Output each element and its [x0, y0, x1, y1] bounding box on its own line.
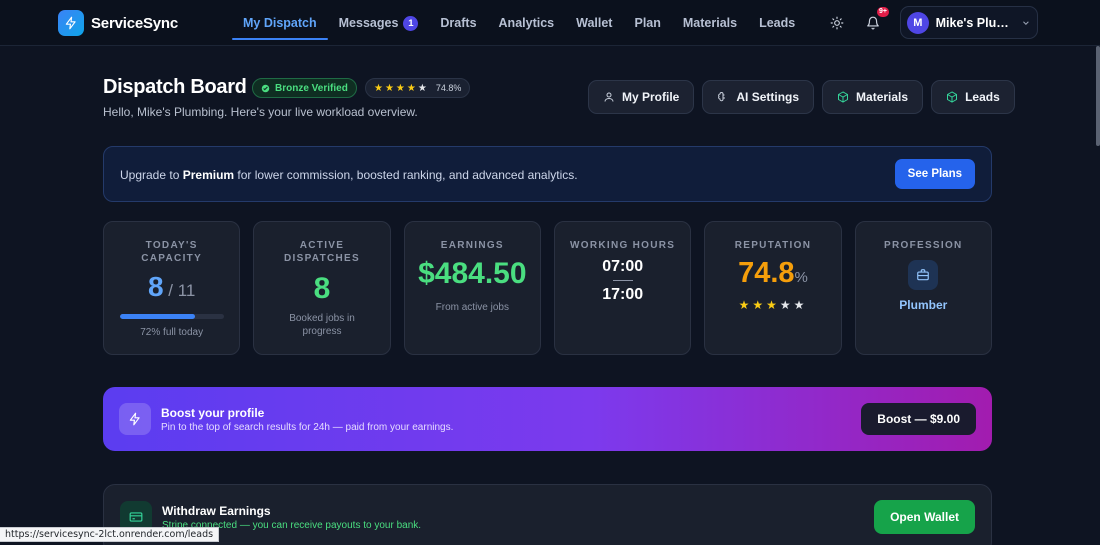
- notifications-bell-icon[interactable]: 9+: [864, 6, 889, 32]
- earnings-value: $484.50: [418, 257, 527, 290]
- working-hours-card: WORKING HOURS 07:00 17:00: [553, 221, 692, 355]
- button-label: AI Settings: [736, 90, 800, 104]
- rating-stars: ★★★★★: [374, 82, 429, 94]
- hours-start: 07:00: [602, 258, 644, 275]
- profession-card: PROFESSION Plumber: [854, 221, 992, 355]
- box-icon: [947, 91, 958, 103]
- profession-value: Plumber: [899, 298, 948, 312]
- button-label: Materials: [856, 90, 909, 104]
- boost-subtitle: Pin to the top of search results for 24h…: [161, 422, 454, 433]
- capacity-value: 8 / 11: [147, 271, 196, 302]
- stat-note: From active jobs: [435, 302, 509, 313]
- nav-right: 9+ M Mike's Plumbing: [828, 6, 1038, 39]
- notifications-badge: 9+: [877, 6, 889, 17]
- verified-label: Bronze Verified: [275, 82, 348, 94]
- user-icon: [604, 92, 614, 102]
- nav-materials[interactable]: Materials: [672, 0, 748, 46]
- nav-label: Analytics: [498, 16, 555, 30]
- stat-label: WORKING HOURS: [570, 240, 676, 251]
- leads-button[interactable]: Leads: [931, 80, 1015, 114]
- boost-title: Boost your profile: [161, 406, 265, 420]
- nav-label: Plan: [634, 16, 661, 30]
- materials-button[interactable]: Materials: [822, 80, 924, 114]
- open-wallet-button[interactable]: Open Wallet: [874, 500, 975, 534]
- active-dispatches-value: 8: [313, 272, 331, 305]
- stat-label: TODAY'S CAPACITY: [141, 240, 203, 264]
- boost-button[interactable]: Boost — $9.00: [861, 403, 976, 435]
- brand-name: ServiceSync: [91, 14, 179, 32]
- nav-label: Wallet: [576, 16, 613, 30]
- upgrade-text: Upgrade to Premium for lower commission,…: [120, 168, 578, 182]
- nav-plan[interactable]: Plan: [623, 0, 671, 46]
- nav-label: Messages: [338, 16, 399, 30]
- upgrade-plan: Premium: [182, 168, 235, 182]
- lightning-icon: [119, 403, 151, 435]
- stat-note: Booked jobs in progress: [289, 313, 355, 337]
- nav-my-dispatch[interactable]: My Dispatch: [232, 0, 328, 46]
- ai-brain-icon: [718, 91, 726, 102]
- nav-analytics[interactable]: Analytics: [488, 0, 566, 46]
- header-actions: My Profile AI Settings Materials Leads: [588, 80, 1015, 114]
- reputation-stars: ★★★★★: [738, 298, 808, 312]
- button-label: Leads: [965, 90, 1000, 104]
- ai-settings-button[interactable]: AI Settings: [702, 80, 815, 114]
- reputation-unit: %: [794, 269, 808, 286]
- capacity-used: 8: [147, 271, 164, 302]
- my-profile-button[interactable]: My Profile: [588, 80, 695, 114]
- messages-badge: 1: [403, 15, 419, 31]
- boost-banner: Boost your profile Pin to the top of sea…: [103, 387, 992, 451]
- stat-label: EARNINGS: [440, 240, 504, 251]
- withdraw-card: Withdraw Earnings Stripe connected — you…: [103, 484, 992, 545]
- lightning-logo-icon: [58, 10, 84, 36]
- briefcase-icon: [908, 260, 939, 290]
- main-nav: My Dispatch Messages 1 Drafts Analytics W…: [232, 0, 806, 46]
- verified-check-icon: [261, 84, 270, 92]
- nav-drafts[interactable]: Drafts: [429, 0, 487, 46]
- hours-separator: [612, 280, 633, 281]
- nav-messages[interactable]: Messages 1: [328, 0, 430, 46]
- withdraw-title: Withdraw Earnings: [162, 504, 271, 518]
- upgrade-suffix: for lower commission, boosted ranking, a…: [237, 168, 578, 182]
- user-name: Mike's Plumbing: [935, 15, 1015, 30]
- reputation-value: 74.8%: [705, 255, 840, 296]
- page-subtitle: Hello, Mike's Plumbing. Here's your live…: [103, 105, 418, 119]
- stat-label: REPUTATION: [734, 240, 812, 251]
- stat-note: 72% full today: [140, 327, 204, 338]
- stats-row: TODAY'S CAPACITY 8 / 11 72% full today A…: [103, 221, 992, 355]
- see-plans-button[interactable]: See Plans: [894, 159, 975, 189]
- status-bar-url: https://servicesync-2lct.onrender.com/le…: [0, 527, 220, 542]
- page-title: Dispatch Board: [103, 76, 247, 98]
- chevron-down-icon: [1023, 20, 1029, 25]
- user-menu[interactable]: M Mike's Plumbing: [900, 6, 1038, 39]
- nav-label: Leads: [759, 16, 796, 30]
- upgrade-prefix: Upgrade to: [120, 168, 180, 182]
- top-navbar: ServiceSync My Dispatch Messages 1 Drafts…: [0, 0, 1100, 46]
- reputation-number: 74.8: [738, 257, 795, 289]
- hours-end: 17:00: [602, 286, 644, 303]
- box-icon: [838, 91, 849, 103]
- verified-badge: Bronze Verified: [252, 78, 357, 98]
- earnings-card: EARNINGS $484.50 From active jobs: [403, 221, 541, 355]
- nav-label: My Dispatch: [243, 16, 317, 30]
- nav-label: Materials: [682, 16, 738, 30]
- avatar: M: [907, 11, 929, 34]
- rating-value: 74.8%: [435, 83, 462, 93]
- stat-label: ACTIVE DISPATCHES: [284, 240, 360, 264]
- nav-label: Drafts: [440, 16, 477, 30]
- capacity-total: 11: [177, 281, 196, 300]
- capacity-card: TODAY'S CAPACITY 8 / 11 72% full today: [103, 221, 241, 355]
- stat-label: PROFESSION: [884, 240, 963, 251]
- capacity-progress-fill: [119, 314, 195, 319]
- nav-leads[interactable]: Leads: [748, 0, 806, 46]
- button-label: My Profile: [622, 90, 680, 104]
- theme-toggle-sun-icon[interactable]: [828, 14, 846, 32]
- nav-wallet[interactable]: Wallet: [565, 0, 623, 46]
- rating-pill: ★★★★★ 74.8%: [365, 78, 471, 98]
- capacity-progress-bar: [119, 314, 224, 319]
- upgrade-banner: Upgrade to Premium for lower commission,…: [103, 146, 992, 202]
- reputation-card: REPUTATION 74.8% ★★★★★: [704, 221, 842, 355]
- page-scrollbar[interactable]: [1096, 46, 1100, 146]
- brand[interactable]: ServiceSync: [58, 10, 178, 36]
- active-dispatches-card: ACTIVE DISPATCHES 8 Booked jobs in progr…: [253, 221, 391, 355]
